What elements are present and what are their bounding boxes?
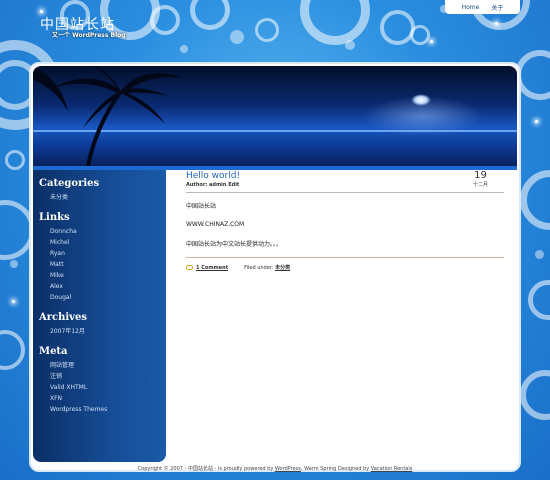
meta-link[interactable]: Wordpress Themes [50,404,160,415]
post-paragraph: 中国站长站为中文站长提供动力。。。 [186,241,283,248]
header-banner-image [33,66,517,166]
post-date-month: 十二月 [472,182,488,188]
top-navigation: Home 关于 [445,0,520,14]
post-paragraph: WWW.CHINAZ.COM [186,221,245,228]
meta-link[interactable]: Valid XHTML [50,382,160,393]
meta-section: Meta 网站管理 注销 Valid XHTML XFN Wordpress T… [39,346,160,415]
site-tagline: 又一个 WordPress Blog [52,32,126,39]
categories-section: Categories 未分类 [39,178,160,203]
post-paragraph: 中国站长站 [186,203,217,210]
archive-link[interactable]: 2007年12月 [50,326,160,337]
meta-link[interactable]: XFN [50,393,160,404]
footer-designer-link[interactable]: Vacation Rentals [371,466,413,472]
post-date-day: 19 [474,170,487,181]
footer-wordpress-link[interactable]: WordPress [275,466,301,472]
blogroll-link[interactable]: Michel [50,237,160,248]
archives-heading: Archives [39,312,87,323]
footer-copyright: Copyright © 2007 - 中国站长站 - is proudly po… [137,466,275,472]
filed-category-link[interactable]: 未分类 [275,265,290,271]
comment-bubble-icon [186,264,193,270]
post-footer-divider [186,257,504,258]
post-title-link[interactable]: Hello world! [186,171,506,181]
blogroll-link[interactable]: Dougal [50,292,160,303]
blogroll-link[interactable]: Mike [50,270,160,281]
meta-heading: Meta [39,346,68,357]
archives-section: Archives 2007年12月 [39,312,160,337]
post-meta: 1 Comment Filed under: 未分类 [186,264,506,271]
nav-home-link[interactable]: Home [462,4,480,11]
blogroll-link[interactable]: Matt [50,259,160,270]
palm-tree-icon [33,66,183,166]
blog-post: Hello world! Author: admin Edit 19 十二月 中… [186,171,506,271]
moon-icon [411,94,431,106]
links-section: Links Donncha Michel Ryan Matt Mike Alex… [39,212,160,303]
post-divider [186,192,504,193]
blogroll-link[interactable]: Donncha [50,226,160,237]
post-author: Author: admin Edit [186,182,240,188]
comments-area: 1 Comment [186,264,228,271]
meta-link[interactable]: 网站管理 [50,360,160,371]
nav-about-link[interactable]: 关于 [491,3,503,12]
sidebar: Categories 未分类 Links Donncha Michel Ryan… [33,170,166,462]
meta-link[interactable]: 注销 [50,371,160,382]
site-footer: Copyright © 2007 - 中国站长站 - is proudly po… [0,465,550,472]
blogroll-link[interactable]: Ryan [50,248,160,259]
post-date: 19 十二月 [472,170,488,189]
comments-link[interactable]: 1 Comment [196,265,228,271]
categories-heading: Categories [39,178,100,189]
category-link[interactable]: 未分类 [50,192,160,203]
filed-under-label: Filed under: [244,265,274,271]
footer-designed-by: , Warm Spring Designed by [300,466,371,472]
blogroll-link[interactable]: Alex [50,281,160,292]
post-body: 中国站长站 WWW.CHINAZ.COM 中国站长站为中文站长提供动力。。。 [186,201,506,248]
links-heading: Links [39,212,70,223]
filed-under: Filed under: 未分类 [244,264,290,271]
